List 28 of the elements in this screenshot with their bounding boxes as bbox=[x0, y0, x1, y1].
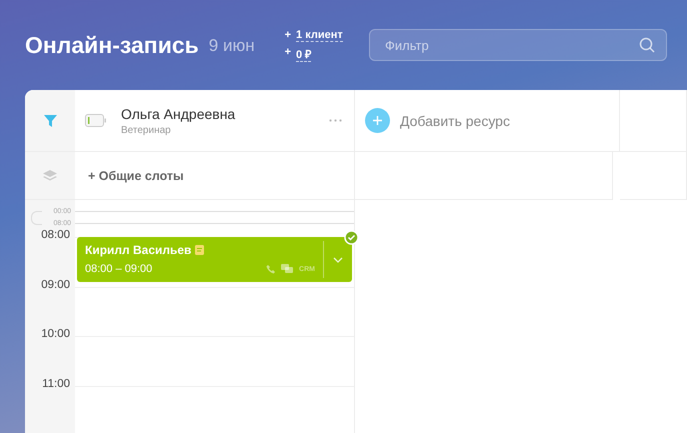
plus-icon bbox=[373, 116, 382, 125]
chevron-down-icon bbox=[333, 256, 343, 262]
add-resource-button[interactable] bbox=[365, 108, 390, 133]
chat-icon[interactable] bbox=[281, 264, 294, 274]
layers-icon bbox=[43, 170, 57, 182]
hour-label: 09:00 bbox=[41, 278, 70, 290]
client-name: Кирилл Васильев bbox=[85, 243, 192, 257]
page-title: Онлайн-запись bbox=[25, 32, 199, 58]
search-icon[interactable] bbox=[639, 37, 655, 53]
phone-icon[interactable] bbox=[266, 264, 276, 274]
appointment-time: 08:00 – 09:00 bbox=[85, 263, 152, 275]
more-icon[interactable] bbox=[329, 119, 342, 122]
battery-icon bbox=[85, 114, 107, 127]
date-label[interactable]: 9 июн bbox=[208, 36, 255, 56]
shared-slots-link[interactable]: + Общие слоты bbox=[88, 168, 184, 182]
note-icon[interactable] bbox=[195, 245, 204, 255]
plus-sign: + bbox=[284, 46, 292, 60]
resource-role: Ветеринар bbox=[121, 124, 172, 136]
plus-sign: + bbox=[284, 28, 292, 42]
add-resource-link[interactable]: Добавить ресурс bbox=[400, 112, 510, 128]
resource-name[interactable]: Ольга Андреевна bbox=[121, 106, 236, 122]
filter-icon[interactable] bbox=[44, 114, 56, 126]
collapse-bracket[interactable] bbox=[31, 211, 42, 225]
stat-link[interactable]: 0 ₽ bbox=[296, 46, 312, 62]
stat-link[interactable]: 1 клиент bbox=[296, 28, 343, 42]
hour-label: 08:00 bbox=[41, 229, 70, 241]
hour-label: 11:00 bbox=[42, 378, 70, 390]
hour-label: 10:00 bbox=[41, 328, 70, 340]
